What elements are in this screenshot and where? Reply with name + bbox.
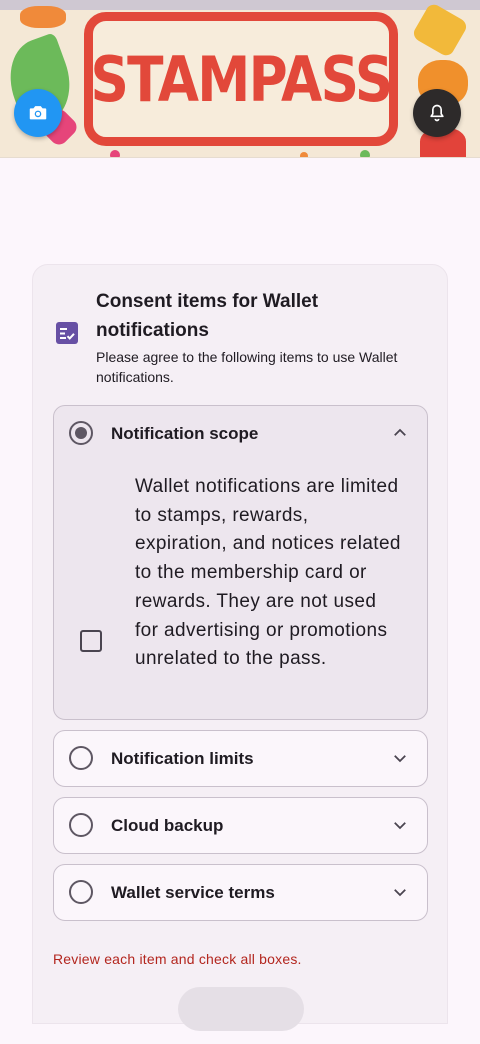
chevron-down-icon[interactable]: [391, 883, 409, 901]
camera-button[interactable]: [14, 89, 62, 137]
decoration: [300, 152, 308, 157]
consent-item-wallet-service-terms: Wallet service terms: [53, 864, 428, 921]
radio-button[interactable]: [69, 880, 93, 904]
consent-title: Consent items for Wallet notifications: [96, 291, 319, 341]
consent-item-notification-limits: Notification limits: [53, 730, 428, 787]
consent-card: Consent items for Wallet notifications P…: [32, 264, 448, 1031]
checklist-icon: [56, 322, 78, 344]
chevron-up-icon[interactable]: [391, 424, 409, 442]
status-bar: [0, 0, 480, 10]
item-description: Wallet notifications are limited to stam…: [135, 476, 401, 670]
item-label: Notification limits: [111, 749, 254, 768]
radio-button[interactable]: [69, 813, 93, 837]
consent-item-cloud-backup: Cloud backup: [53, 797, 428, 854]
item-label: Wallet service terms: [111, 883, 275, 902]
decoration: [20, 6, 66, 28]
header-banner: STAMPASS: [0, 0, 480, 158]
chevron-down-icon[interactable]: [391, 749, 409, 767]
notifications-button[interactable]: [413, 89, 461, 137]
accordion-body: Wallet notifications are limited to stam…: [54, 461, 427, 719]
agree-checkbox[interactable]: [80, 630, 102, 652]
camera-icon: [29, 106, 47, 120]
accordion-header[interactable]: Wallet service terms: [54, 865, 427, 920]
accordion-header[interactable]: Notification scope: [54, 406, 427, 461]
validation-message: Review each item and check all boxes.: [53, 951, 302, 967]
radio-button[interactable]: [69, 421, 93, 445]
accordion-header[interactable]: Notification limits: [54, 731, 427, 786]
chevron-down-icon[interactable]: [391, 816, 409, 834]
stampass-logo: STAMPASS: [84, 12, 398, 146]
decoration: [410, 1, 470, 59]
decoration: [110, 150, 120, 157]
logo-text: STAMPASS: [90, 42, 393, 116]
radio-button[interactable]: [69, 746, 93, 770]
consent-item-notification-scope: Notification scope Wallet notifications …: [53, 405, 428, 720]
decoration: [360, 150, 370, 157]
accordion-header[interactable]: Cloud backup: [54, 798, 427, 853]
consent-subtitle: Please agree to the following items to u…: [96, 349, 398, 385]
item-label: Cloud backup: [111, 816, 224, 835]
item-label: Notification scope: [111, 424, 259, 443]
agree-button[interactable]: [178, 987, 304, 1031]
bell-icon: [430, 104, 444, 122]
